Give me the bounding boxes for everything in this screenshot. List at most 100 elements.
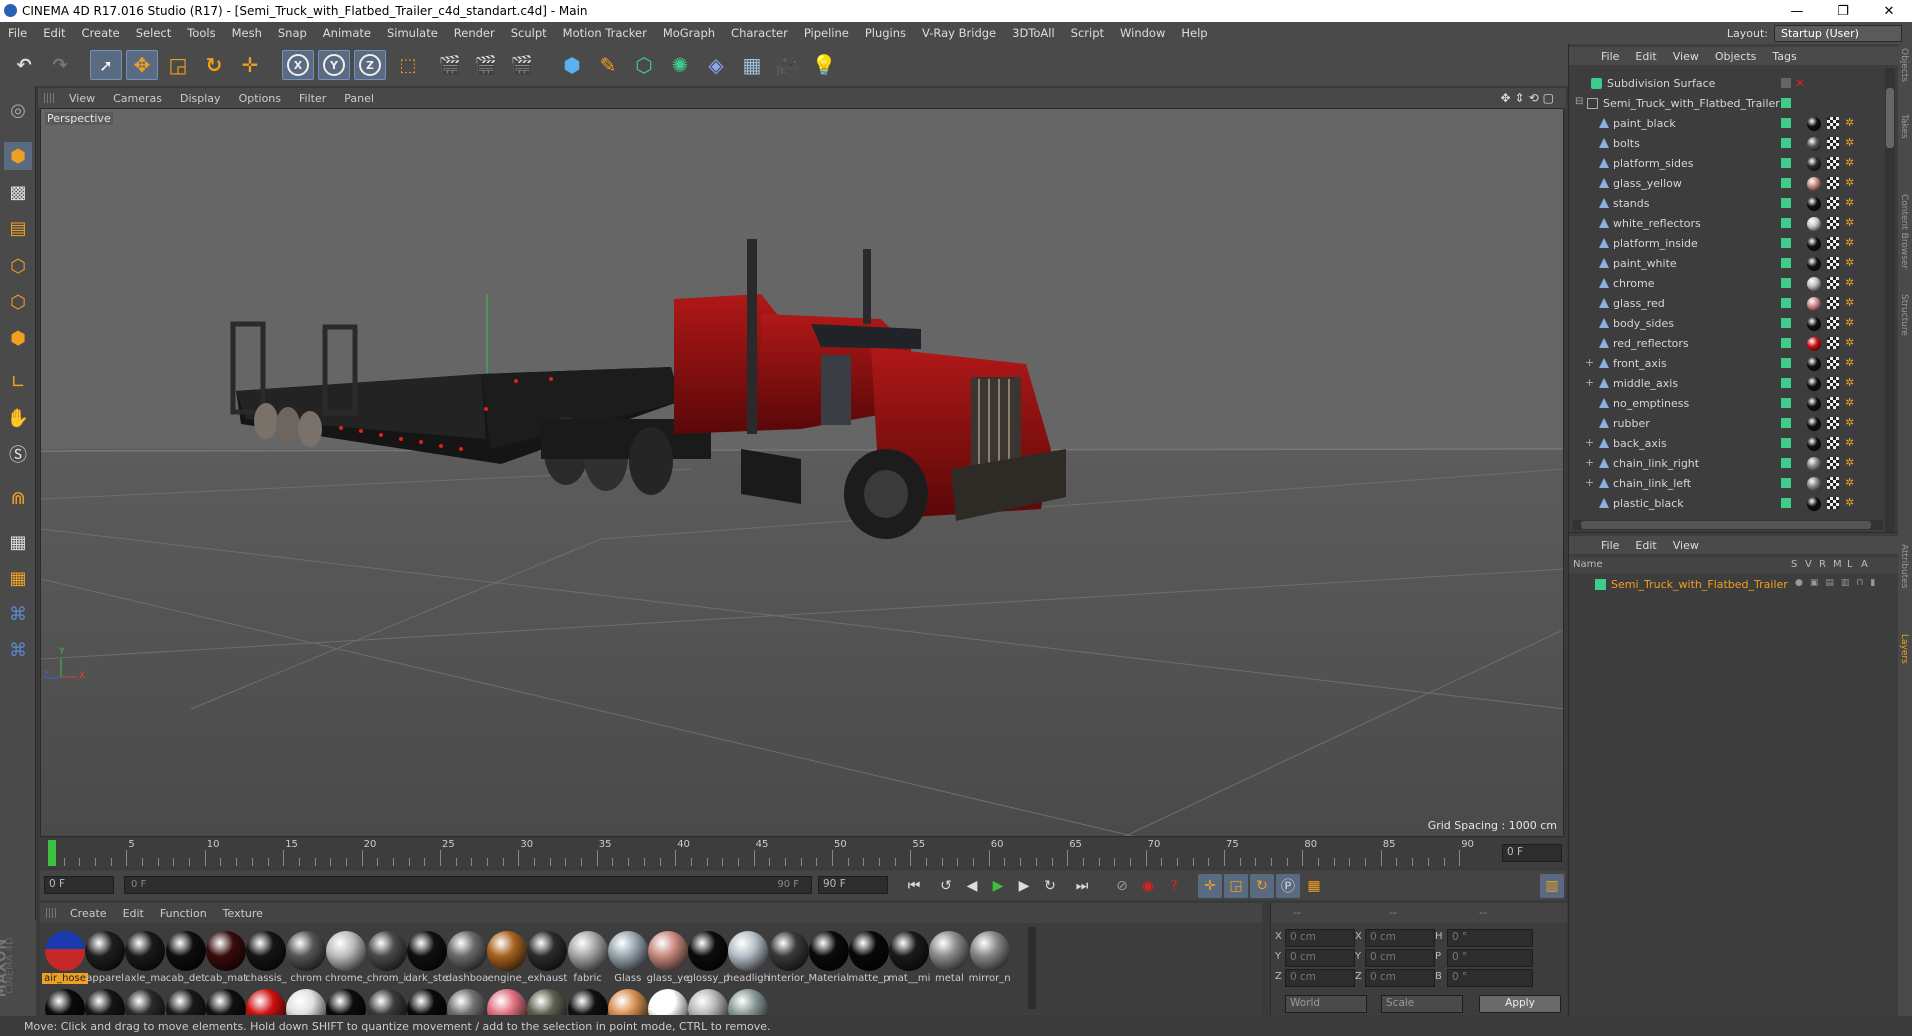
material-tag-icon[interactable]: [1807, 497, 1821, 511]
frame-range-slider[interactable]: 0 F 90 F: [124, 876, 812, 894]
texture-tag-icon[interactable]: [1827, 417, 1839, 429]
material-tag-icon[interactable]: [1807, 277, 1821, 291]
end-frame-field[interactable]: 90 F: [818, 876, 888, 894]
python-script-icon[interactable]: ⌘: [4, 636, 32, 664]
layer-menu-file[interactable]: File: [1593, 539, 1627, 552]
menu-mesh[interactable]: Mesh: [224, 26, 270, 40]
coord-value-field[interactable]: 0 °: [1447, 969, 1533, 987]
visibility-green-icon[interactable]: [1781, 478, 1791, 488]
material-tag-icon[interactable]: [1807, 257, 1821, 271]
coord-value-field[interactable]: 0 cm: [1365, 969, 1435, 987]
next-key-icon[interactable]: ↻: [1038, 874, 1062, 898]
key-scale-icon[interactable]: ◲: [1224, 874, 1248, 898]
cloner-icon[interactable]: ✺: [664, 50, 696, 80]
material-preview-icon[interactable]: [607, 989, 648, 1015]
material-swatch[interactable]: glass_ye: [645, 929, 691, 985]
texture-tag-icon[interactable]: [1827, 397, 1839, 409]
maximize-button[interactable]: ❐: [1820, 0, 1866, 22]
planar-workplane-icon[interactable]: ▦: [4, 564, 32, 592]
polygons-mode-icon[interactable]: ⬢: [4, 324, 32, 352]
visibility-green-icon[interactable]: [1781, 338, 1791, 348]
undo-button[interactable]: ↶: [8, 50, 40, 80]
record-keys-icon[interactable]: ⊘: [1110, 874, 1134, 898]
coord-value-field[interactable]: 0 °: [1447, 949, 1533, 967]
object-row[interactable]: bolts ✲: [1569, 134, 1879, 154]
object-menu-view[interactable]: View: [1665, 50, 1707, 63]
object-row[interactable]: + chain_link_left ✲: [1569, 474, 1879, 494]
expand-icon[interactable]: +: [1585, 476, 1594, 489]
material-tag-icon[interactable]: [1807, 157, 1821, 171]
workplane-mode-icon[interactable]: ▤: [4, 214, 32, 242]
menu-select[interactable]: Select: [128, 26, 179, 40]
object-row[interactable]: rubber ✲: [1569, 414, 1879, 434]
viewport-menu-filter[interactable]: Filter: [290, 92, 335, 105]
phong-tag-icon[interactable]: ✲: [1845, 436, 1854, 449]
phong-tag-icon[interactable]: ✲: [1845, 376, 1854, 389]
material-swatch[interactable]: Material: [806, 929, 852, 985]
phong-tag-icon[interactable]: ✲: [1845, 236, 1854, 249]
snap-icon[interactable]: Ⓢ: [4, 440, 32, 468]
layer-column-header[interactable]: Name: [1573, 559, 1603, 570]
material-swatch[interactable]: Glass: [605, 929, 651, 985]
material-swatch[interactable]: mat__mi: [886, 929, 932, 985]
expand-icon[interactable]: +: [1585, 356, 1594, 369]
make-editable-icon[interactable]: ◎: [4, 96, 32, 124]
key-rotation-icon[interactable]: ↻: [1250, 874, 1274, 898]
manager-tab-attributes[interactable]: Attributes: [1899, 544, 1909, 588]
phong-tag-icon[interactable]: ✲: [1845, 216, 1854, 229]
material-swatch[interactable]: air_hose: [42, 929, 88, 985]
material-swatch[interactable]: dashboa: [444, 929, 490, 985]
texture-tag-icon[interactable]: [1827, 237, 1839, 249]
visibility-green-icon[interactable]: [1781, 378, 1791, 388]
material-preview-icon[interactable]: [85, 989, 126, 1015]
object-menu-edit[interactable]: Edit: [1627, 50, 1664, 63]
texture-tag-icon[interactable]: [1827, 217, 1839, 229]
material-tag-icon[interactable]: [1807, 317, 1821, 331]
menu-edit[interactable]: Edit: [35, 26, 73, 40]
points-mode-icon[interactable]: ⬡: [4, 252, 32, 280]
visibility-green-icon[interactable]: [1781, 198, 1791, 208]
texture-tag-icon[interactable]: [1827, 137, 1839, 149]
layout-dropdown[interactable]: Startup (User): [1774, 25, 1902, 42]
texture-tag-icon[interactable]: [1827, 337, 1839, 349]
floor-icon[interactable]: ▦: [736, 50, 768, 80]
layer-column-header[interactable]: M: [1833, 559, 1842, 570]
start-frame-field[interactable]: 0 F: [44, 876, 114, 894]
material-preview-icon[interactable]: [527, 989, 568, 1015]
tweak-mode-icon[interactable]: ✋: [4, 404, 32, 432]
texture-mode-icon[interactable]: ▩: [4, 178, 32, 206]
expand-icon[interactable]: +: [1585, 456, 1594, 469]
material-tag-icon[interactable]: [1807, 337, 1821, 351]
menu-motion-tracker[interactable]: Motion Tracker: [555, 26, 655, 40]
phong-tag-icon[interactable]: ✲: [1845, 116, 1854, 129]
viewport-menu-panel[interactable]: Panel: [335, 92, 383, 105]
material-preview-icon[interactable]: [487, 989, 528, 1015]
visibility-green-icon[interactable]: [1781, 318, 1791, 328]
manager-tab-layers[interactable]: Layers: [1899, 634, 1909, 664]
material-preview-icon[interactable]: [728, 989, 769, 1015]
visibility-green-icon[interactable]: [1781, 218, 1791, 228]
key-pla-icon[interactable]: ▦: [1302, 874, 1326, 898]
render-picture-viewer-icon[interactable]: 🎬: [470, 50, 502, 80]
texture-tag-icon[interactable]: [1827, 297, 1839, 309]
phong-tag-icon[interactable]: ✲: [1845, 336, 1854, 349]
object-row[interactable]: plastic_black ✲: [1569, 494, 1879, 514]
visibility-green-icon[interactable]: [1781, 418, 1791, 428]
material-swatch[interactable]: metal: [926, 929, 972, 985]
pen-spline-icon[interactable]: ✎: [592, 50, 624, 80]
manager-tab-takes[interactable]: Takes: [1899, 114, 1909, 139]
object-row[interactable]: platform_inside ✲: [1569, 234, 1879, 254]
visibility-green-icon[interactable]: [1781, 298, 1791, 308]
menu-character[interactable]: Character: [723, 26, 796, 40]
texture-tag-icon[interactable]: [1827, 117, 1839, 129]
material-swatch[interactable]: apparel: [82, 929, 128, 985]
camera-icon[interactable]: 🎥: [772, 50, 804, 80]
previous-key-icon[interactable]: ↺: [934, 874, 958, 898]
material-preview-icon[interactable]: [165, 989, 206, 1015]
object-row[interactable]: paint_black ✲: [1569, 114, 1879, 134]
phong-tag-icon[interactable]: ✲: [1845, 496, 1854, 509]
coordinate-system-button[interactable]: ⬚: [392, 50, 424, 80]
phong-tag-icon[interactable]: ✲: [1845, 156, 1854, 169]
object-menu-objects[interactable]: Objects: [1707, 50, 1765, 63]
viewport-menu-display[interactable]: Display: [171, 92, 230, 105]
